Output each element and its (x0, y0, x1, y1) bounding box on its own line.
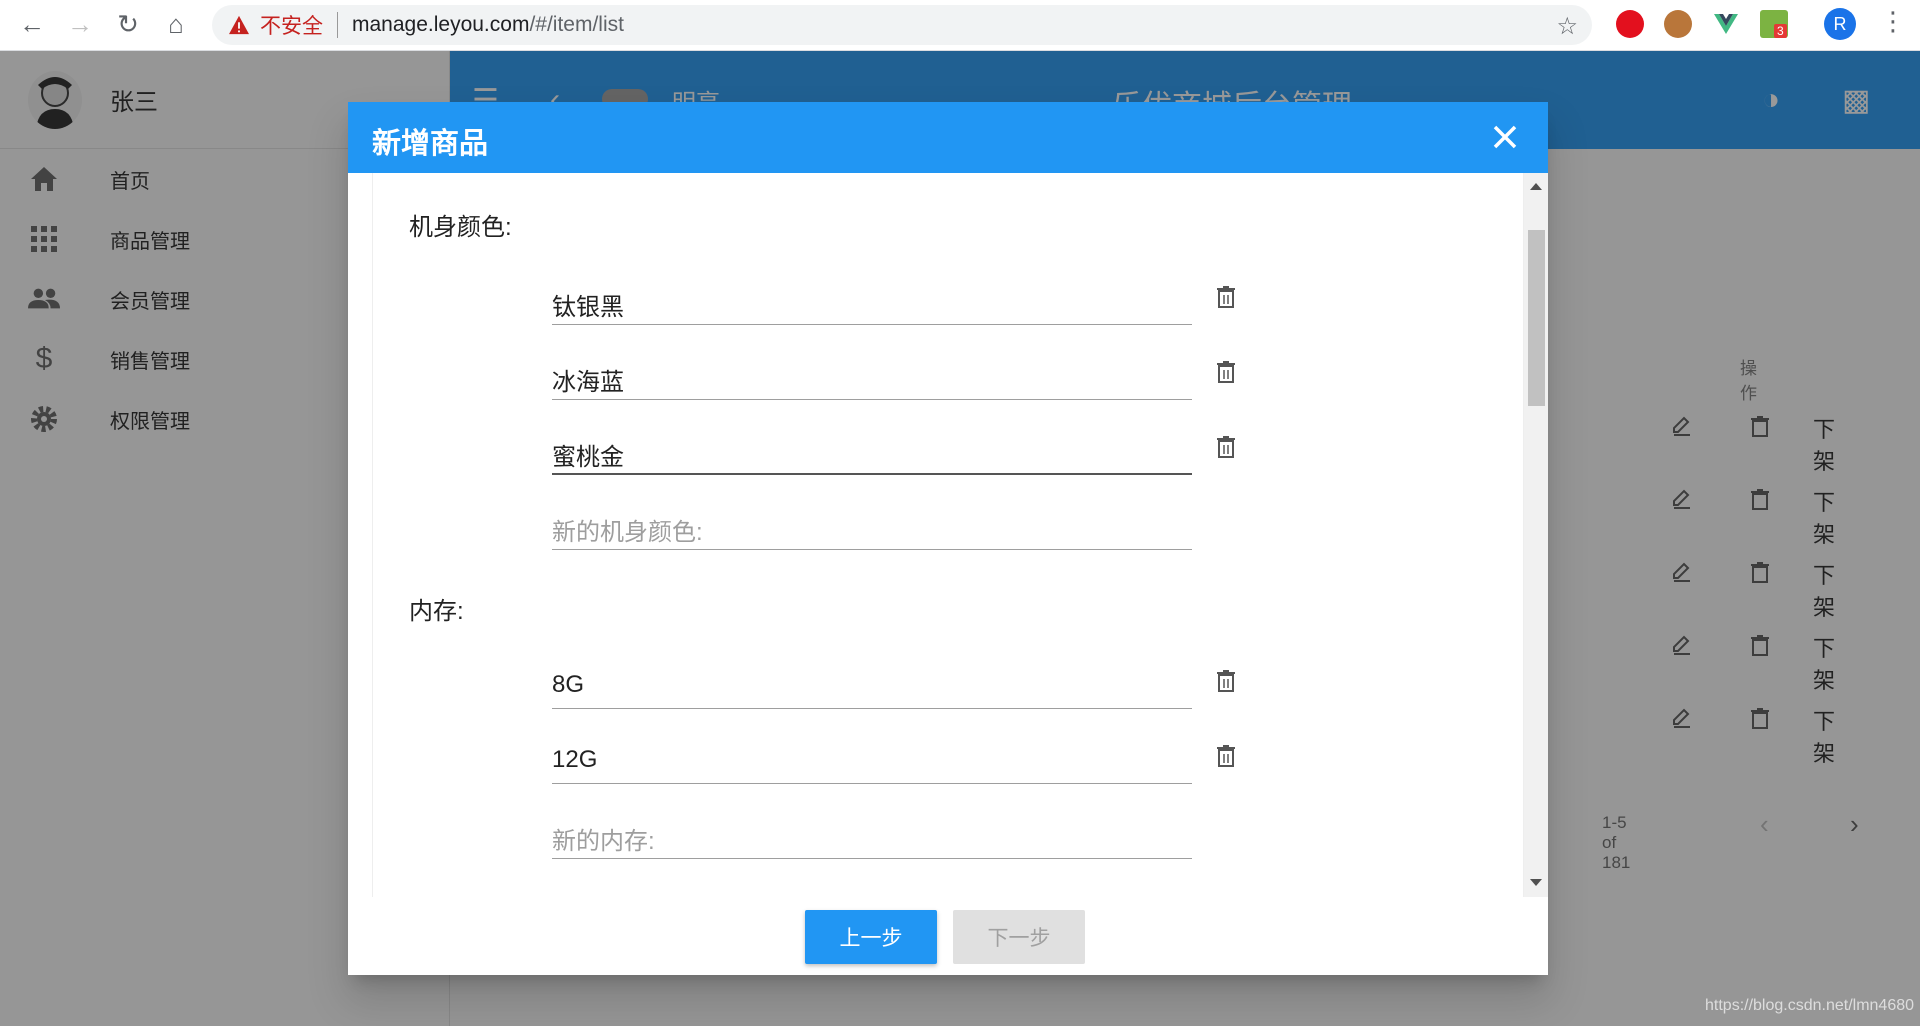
field-value: 钛银黑 (552, 294, 624, 321)
delete-icon[interactable] (1215, 360, 1237, 384)
field-value: 冰海蓝 (552, 369, 624, 396)
field-placeholder: 新的机身颜色: (552, 519, 703, 546)
next-step-button[interactable]: 下一步 (953, 910, 1085, 964)
spec-label-color: 机身颜色: (409, 214, 512, 241)
add-product-dialog: 新增商品 机身颜色: 钛银黑 冰海蓝 蜜桃金 新的机身颜色: 内存: 8G 12… (348, 102, 1548, 975)
dialog-footer: 上一步 下一步 (348, 897, 1548, 975)
dialog-body: 机身颜色: 钛银黑 冰海蓝 蜜桃金 新的机身颜色: 内存: 8G 12G 新的内… (372, 173, 1524, 897)
memory-value-field[interactable]: 8G (552, 669, 1192, 709)
scroll-down-arrow[interactable] (1530, 879, 1542, 886)
extension-badge: 3 (1774, 24, 1787, 38)
url-host: manage.leyou.com (352, 13, 530, 36)
delete-icon[interactable] (1215, 744, 1237, 768)
field-value: 蜜桃金 (552, 444, 624, 471)
scrollbar-thumb[interactable] (1528, 230, 1545, 406)
scroll-up-arrow[interactable] (1530, 183, 1542, 190)
dialog-title: 新增商品 (372, 128, 489, 160)
monkey-extension-icon[interactable] (1664, 10, 1692, 38)
profile-avatar[interactable]: R (1824, 8, 1856, 40)
color-value-field[interactable]: 冰海蓝 (552, 360, 1192, 400)
forward-icon[interactable]: → (56, 0, 104, 48)
color-value-field[interactable]: 钛银黑 (552, 285, 1192, 325)
address-separator (337, 12, 338, 38)
previous-step-button[interactable]: 上一步 (805, 910, 937, 964)
address-bar[interactable]: 不安全 manage.leyou.com/#/item/list ☆ (212, 5, 1592, 45)
new-color-field[interactable]: 新的机身颜色: (552, 510, 1192, 550)
adblock-extension-icon[interactable] (1616, 10, 1644, 38)
vue-devtools-icon[interactable] (1712, 10, 1740, 38)
spec-label-memory: 内存: (409, 598, 464, 625)
warning-icon (229, 15, 249, 35)
delete-icon[interactable] (1215, 285, 1237, 309)
url-path: /#/item/list (529, 13, 624, 36)
close-icon[interactable] (1490, 122, 1520, 152)
watermark: https://blog.csdn.net/lmn4680 (1705, 997, 1915, 1014)
insecure-label: 不安全 (260, 15, 323, 38)
delete-icon[interactable] (1215, 435, 1237, 459)
url-text[interactable]: manage.leyou.com/#/item/list (352, 13, 624, 37)
browser-toolbar: ← → ↻ ⌂ 不安全 manage.leyou.com/#/item/list… (0, 0, 1920, 51)
dialog-scrollbar[interactable] (1524, 173, 1548, 897)
browser-menu-icon[interactable]: ⋮ (1880, 6, 1906, 37)
color-value-field[interactable]: 蜜桃金 (552, 435, 1192, 475)
field-value: 12G (552, 746, 598, 773)
memory-value-field[interactable]: 12G (552, 744, 1192, 784)
delete-icon[interactable] (1215, 669, 1237, 693)
extensions-grid-icon[interactable]: 3 (1760, 10, 1788, 38)
dialog-header: 新增商品 (348, 102, 1548, 173)
home-browser-icon[interactable]: ⌂ (152, 0, 200, 48)
field-value: 8G (552, 671, 585, 698)
reload-icon[interactable]: ↻ (104, 0, 152, 48)
field-placeholder: 新的内存: (552, 828, 655, 855)
back-icon[interactable]: ← (8, 0, 56, 48)
bookmark-star-icon[interactable]: ☆ (1556, 12, 1578, 41)
new-memory-field[interactable]: 新的内存: (552, 819, 1192, 859)
